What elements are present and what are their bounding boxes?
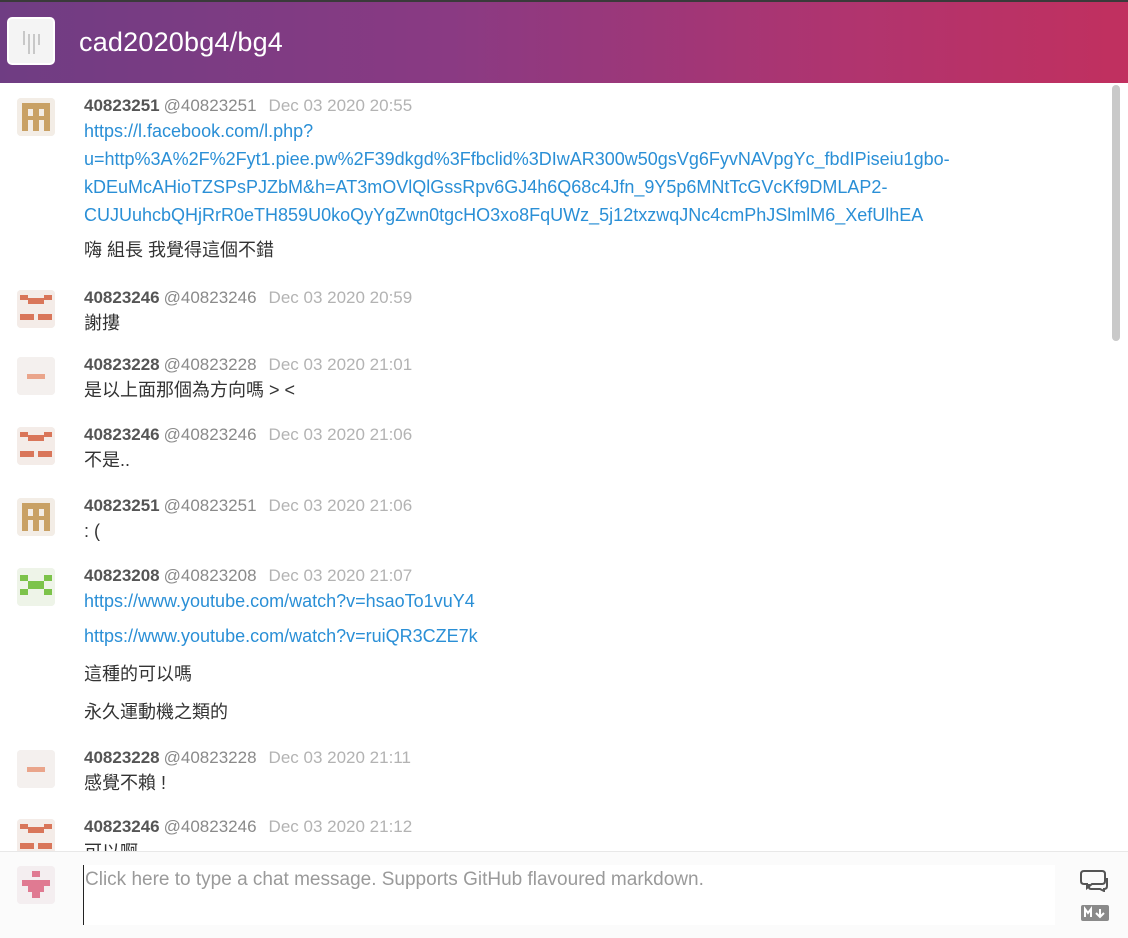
message-meta: 40823246 @40823246 Dec 03 2020 21:12 xyxy=(84,816,412,838)
message-text: 這種的可以嗎 xyxy=(84,664,192,684)
message-handle[interactable]: @40823246 xyxy=(164,817,257,836)
user-avatar[interactable] xyxy=(17,498,55,536)
message-username[interactable]: 40823251 xyxy=(84,496,160,515)
message-text: 不是.. xyxy=(84,450,131,470)
message-link[interactable]: u=http%3A%2F%2Fyt1.piee.pw%2F39dkgd%3Ffb… xyxy=(84,145,950,173)
message-text: 是以上面那個為方向嗎 > < xyxy=(84,380,296,400)
message-handle[interactable]: @40823251 xyxy=(164,96,257,115)
user-avatar[interactable] xyxy=(17,750,55,788)
message-timestamp[interactable]: Dec 03 2020 21:06 xyxy=(269,425,413,444)
message-username[interactable]: 40823246 xyxy=(84,425,160,444)
message-link[interactable]: https://www.youtube.com/watch?v=ruiQR3CZ… xyxy=(84,622,478,650)
chat-message: 40823246 @40823246 Dec 03 2020 20:59 謝摟 xyxy=(0,287,1100,337)
chat-message: 40823251 @40823251 Dec 03 2020 20:55 https… xyxy=(0,95,1100,265)
message-handle[interactable]: @40823228 xyxy=(164,355,257,374)
message-text: : ( xyxy=(84,521,100,541)
message-handle[interactable]: @40823251 xyxy=(164,496,257,515)
chat-message: 40823208 @40823208 Dec 03 2020 21:07 https… xyxy=(0,565,1100,725)
user-avatar[interactable] xyxy=(17,819,55,851)
message-username[interactable]: 40823208 xyxy=(84,566,160,585)
message-text: 感覺不賴 ! xyxy=(84,773,167,793)
message-handle[interactable]: @40823208 xyxy=(164,566,257,585)
message-username[interactable]: 40823246 xyxy=(84,817,160,836)
message-username[interactable]: 40823246 xyxy=(84,288,160,307)
message-timestamp[interactable]: Dec 03 2020 21:01 xyxy=(269,355,413,374)
message-username[interactable]: 40823251 xyxy=(84,96,160,115)
chat-message: 40823246 @40823246 Dec 03 2020 21:06 不是.. xyxy=(0,424,1100,474)
user-avatar[interactable] xyxy=(17,98,55,136)
message-link[interactable]: kDEuMcAHioTZSPsPJZbM&h=AT3mOVlQlGssRpv6G… xyxy=(84,173,887,201)
message-meta: 40823246 @40823246 Dec 03 2020 21:06 xyxy=(84,424,412,446)
chat-message: 40823246@40823246 Dec 03 2020 21:12 可以啊 xyxy=(0,816,1100,851)
message-text: 嗨 組長 我覺得這個不錯 xyxy=(84,240,275,260)
chat-message: 40823251 @40823251 Dec 03 2020 21:06 : ( xyxy=(0,495,1100,545)
message-meta: 40823228 @40823228 Dec 03 2020 21:01 xyxy=(84,354,412,376)
chat-bubbles-icon[interactable] xyxy=(1080,868,1108,893)
message-timestamp[interactable]: Dec 03 2020 21:06 xyxy=(269,496,413,515)
message-link[interactable]: https://l.facebook.com/l.php? xyxy=(84,117,313,145)
message-meta: 40823208 @40823208 Dec 03 2020 21:07 xyxy=(84,565,412,587)
message-meta: 40823228 @40823228 Dec 03 2020 21:11 xyxy=(84,747,411,769)
message-link[interactable]: https://www.youtube.com/watch?v=hsaoTo1v… xyxy=(84,587,475,615)
chat-message: 40823228 @40823228 Dec 03 2020 21:01 是以上面那… xyxy=(0,354,1100,404)
message-handle[interactable]: @40823246 xyxy=(164,425,257,444)
user-avatar[interactable] xyxy=(17,427,55,465)
message-timestamp[interactable]: Dec 03 2020 20:59 xyxy=(269,288,413,307)
chat-scrollbar[interactable] xyxy=(1108,83,1128,851)
message-meta: 40823246 @40823246 Dec 03 2020 20:59 xyxy=(84,287,412,309)
markdown-icon[interactable] xyxy=(1081,905,1109,921)
chat-messages[interactable]: 40823251 @40823251 Dec 03 2020 20:55 https… xyxy=(0,83,1108,851)
message-handle[interactable]: @40823228 xyxy=(164,748,257,767)
current-user-avatar[interactable] xyxy=(17,866,55,904)
message-username[interactable]: 40823228 xyxy=(84,748,160,767)
user-avatar[interactable] xyxy=(17,290,55,328)
message-text: 謝摟 xyxy=(84,313,120,333)
chat-message: 40823228 @40823228 Dec 03 2020 21:11 感覺不賴 … xyxy=(0,747,1100,797)
user-avatar[interactable] xyxy=(17,357,55,395)
message-timestamp[interactable]: Dec 03 2020 21:07 xyxy=(269,566,413,585)
chat-composer: Click here to type a chat message. Suppo… xyxy=(0,851,1128,938)
room-header: cad2020bg4/bg4 xyxy=(0,0,1128,83)
room-avatar[interactable] xyxy=(7,17,55,65)
message-text: 永久運動機之類的 xyxy=(84,702,228,722)
message-text: 可以啊 xyxy=(84,838,138,851)
message-timestamp[interactable]: Dec 03 2020 21:12 xyxy=(269,817,413,836)
message-meta: 40823251 @40823251 Dec 03 2020 20:55 xyxy=(84,95,412,117)
user-avatar[interactable] xyxy=(17,568,55,606)
room-title: cad2020bg4/bg4 xyxy=(79,27,283,57)
chat-message-input[interactable]: Click here to type a chat message. Suppo… xyxy=(83,865,1055,925)
message-handle[interactable]: @40823246 xyxy=(164,288,257,307)
message-meta: 40823251 @40823251 Dec 03 2020 21:06 xyxy=(84,495,412,517)
scrollbar-thumb[interactable] xyxy=(1112,85,1120,341)
message-timestamp[interactable]: Dec 03 2020 20:55 xyxy=(269,96,413,115)
message-username[interactable]: 40823228 xyxy=(84,355,160,374)
message-link[interactable]: CUJUuhcbQHjRrR0eTH859U0koQyYgZwn0tgcHO3x… xyxy=(84,201,923,229)
message-timestamp[interactable]: Dec 03 2020 21:11 xyxy=(269,748,411,767)
